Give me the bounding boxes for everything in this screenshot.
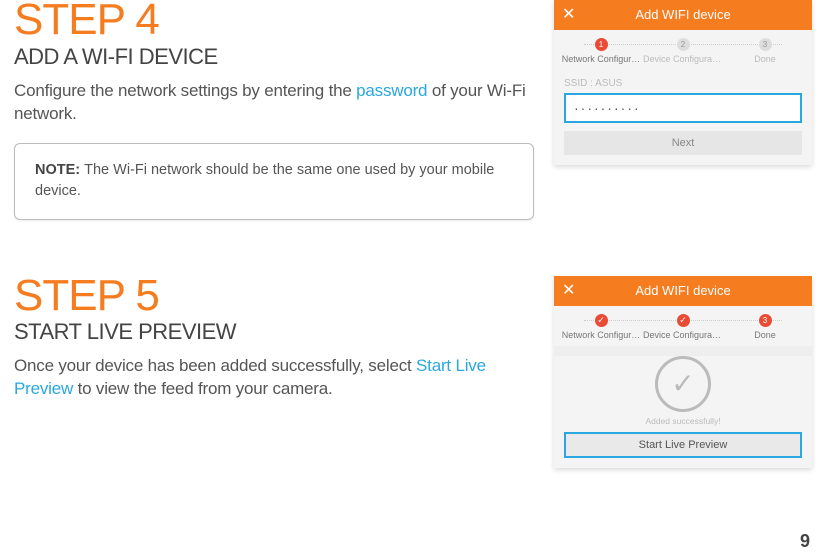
note-label: NOTE:: [35, 162, 84, 178]
step5-body-post: to view the feed from your camera.: [73, 379, 332, 398]
check-icon: [595, 314, 608, 327]
step-badge: 3: [759, 314, 772, 327]
step4-body-pre: Configure the network settings by enteri…: [14, 81, 356, 100]
step4-note: NOTE: The Wi-Fi network should be the sa…: [14, 143, 534, 219]
phone1-progress: 1 Network Configur… 2 Device Configurati…: [554, 30, 812, 70]
progress-step-2: 2 Device Configurati…: [642, 38, 724, 64]
phone1-titlebar: ✕ Add WIFI device: [554, 0, 812, 30]
phone1-body: SSID : ASUS ·········· Next: [554, 70, 812, 165]
phone2-title: Add WIFI device: [635, 283, 730, 298]
progress-step-3: 3 Done: [724, 314, 806, 340]
progress-step-1: Network Configur…: [560, 314, 642, 340]
close-icon[interactable]: ✕: [562, 0, 575, 30]
added-message: Added successfully!: [564, 416, 802, 426]
step-label: Device Configurati…: [643, 330, 723, 340]
success-check-icon: ✓: [655, 356, 711, 412]
page-number: 9: [800, 531, 810, 552]
phone-mock-step5: ✕ Add WIFI device Network Configur… Devi…: [554, 276, 812, 468]
step-badge: 1: [595, 38, 608, 51]
step5-body-pre: Once your device has been added successf…: [14, 356, 416, 375]
check-icon: [677, 314, 690, 327]
step-label: Done: [725, 330, 805, 340]
phone-mock-step4: ✕ Add WIFI device 1 Network Configur… 2 …: [554, 0, 812, 165]
ssid-value: ASUS: [595, 78, 622, 89]
progress-step-1: 1 Network Configur…: [560, 38, 642, 64]
step4-keyword: password: [356, 81, 427, 100]
step4-subtitle: ADD A WI-FI DEVICE: [14, 44, 534, 70]
step-label: Network Configur…: [561, 330, 641, 340]
phone2-titlebar: ✕ Add WIFI device: [554, 276, 812, 306]
progress-step-3: 3 Done: [724, 38, 806, 64]
step-label: Network Configur…: [561, 54, 641, 64]
step5-heading: STEP 5: [14, 276, 534, 316]
step5-subtitle: START LIVE PREVIEW: [14, 319, 534, 345]
phone2-body: ✓ Added successfully! Start Live Preview: [554, 356, 812, 468]
phone2-progress: Network Configur… Device Configurati… 3 …: [554, 306, 812, 346]
note-body: The Wi-Fi network should be the same one…: [35, 162, 494, 199]
step4-heading: STEP 4: [14, 0, 534, 40]
step-badge: 3: [759, 38, 772, 51]
step-label: Done: [725, 54, 805, 64]
ssid-label: SSID :: [564, 78, 595, 89]
start-live-preview-button[interactable]: Start Live Preview: [564, 432, 802, 458]
ssid-row: SSID : ASUS: [564, 78, 802, 89]
progress-step-2: Device Configurati…: [642, 314, 724, 340]
close-icon[interactable]: ✕: [562, 276, 575, 306]
phone1-title: Add WIFI device: [635, 7, 730, 22]
next-button[interactable]: Next: [564, 131, 802, 155]
step4-body: Configure the network settings by enteri…: [14, 80, 534, 126]
step5-body: Once your device has been added successf…: [14, 355, 534, 401]
password-input[interactable]: ··········: [564, 93, 802, 123]
step-label: Device Configurati…: [643, 54, 723, 64]
step-badge: 2: [677, 38, 690, 51]
